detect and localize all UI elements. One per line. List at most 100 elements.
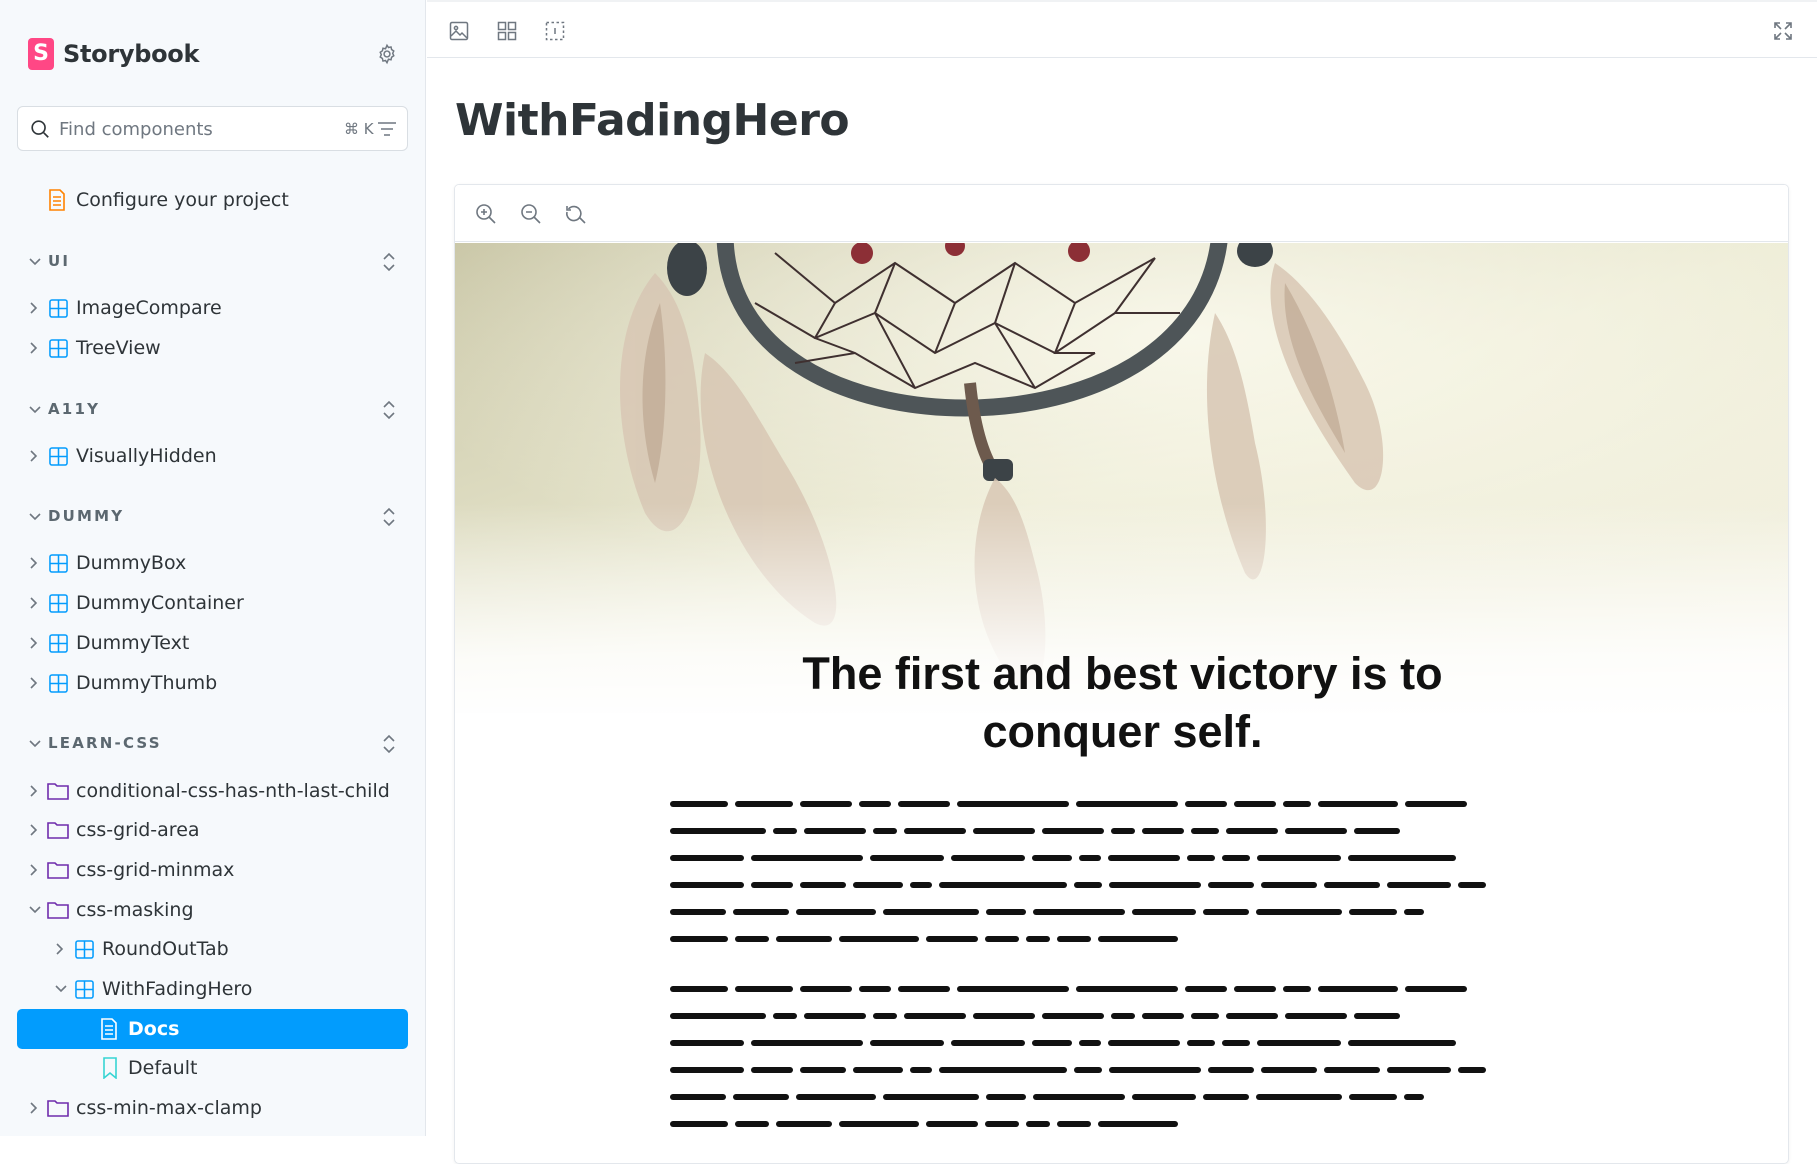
redacted-word bbox=[1354, 1013, 1400, 1019]
expand-collapse-icon[interactable] bbox=[378, 503, 400, 531]
group-a11y[interactable]: A11Y bbox=[0, 393, 426, 427]
redacted-word bbox=[751, 1067, 793, 1073]
redacted-word bbox=[1404, 909, 1424, 915]
redacted-word bbox=[859, 801, 891, 807]
sidebar-item-label: RoundOutTab bbox=[102, 938, 229, 960]
redacted-word bbox=[986, 909, 1026, 915]
sidebar-item-withfadinghero[interactable]: WithFadingHero bbox=[0, 970, 426, 1008]
redacted-word bbox=[939, 882, 1067, 888]
redacted-word bbox=[773, 828, 797, 834]
redacted-word bbox=[800, 882, 846, 888]
chevron-down-icon bbox=[28, 510, 42, 524]
expand-collapse-icon[interactable] bbox=[378, 248, 400, 276]
placeholder-paragraph-1 bbox=[670, 791, 1550, 953]
sidebar-item-css-min-max-clamp[interactable]: css-min-max-clamp bbox=[0, 1089, 426, 1127]
outline-icon[interactable] bbox=[541, 17, 569, 45]
redacted-word bbox=[1256, 1094, 1342, 1100]
redacted-word bbox=[1109, 1067, 1201, 1073]
sidebar-item-css-masking[interactable]: css-masking bbox=[0, 891, 426, 929]
expand-icon[interactable] bbox=[1769, 17, 1797, 45]
sidebar-item-docs[interactable]: Docs bbox=[17, 1009, 408, 1049]
expand-collapse-icon[interactable] bbox=[378, 730, 400, 758]
redacted-word bbox=[1042, 1013, 1104, 1019]
redacted-word bbox=[873, 1013, 897, 1019]
brand[interactable]: S Storybook bbox=[28, 37, 199, 71]
redacted-word bbox=[735, 936, 769, 942]
redacted-word bbox=[670, 882, 744, 888]
redacted-word bbox=[1261, 882, 1317, 888]
redacted-word bbox=[1076, 986, 1178, 992]
redacted-word bbox=[1042, 828, 1104, 834]
redacted-word bbox=[751, 855, 863, 861]
redacted-word bbox=[1348, 1040, 1456, 1046]
zoom-out-icon[interactable] bbox=[517, 200, 545, 228]
redacted-word bbox=[735, 986, 793, 992]
folder-icon bbox=[47, 1097, 69, 1119]
redacted-word bbox=[670, 801, 728, 807]
search-box[interactable]: ⌘ K bbox=[17, 106, 408, 151]
redacted-word bbox=[1324, 1067, 1380, 1073]
sidebar-item-dummycontainer[interactable]: DummyContainer bbox=[0, 584, 426, 622]
group-ui[interactable]: UI bbox=[0, 245, 426, 279]
sidebar-item-treeview[interactable]: TreeView bbox=[0, 329, 426, 367]
redacted-word bbox=[1458, 882, 1486, 888]
sidebar-item-dummybox[interactable]: DummyBox bbox=[0, 544, 426, 582]
redacted-word bbox=[1348, 855, 1456, 861]
sidebar-item-dummythumb[interactable]: DummyThumb bbox=[0, 664, 426, 702]
sidebar-item-css-grid-area[interactable]: css-grid-area bbox=[0, 811, 426, 849]
redacted-word bbox=[839, 1121, 919, 1127]
redacted-word bbox=[751, 882, 793, 888]
sidebar-item-conditional-css[interactable]: conditional-css-has-nth-last-child bbox=[0, 772, 426, 810]
redacted-word bbox=[1132, 909, 1196, 915]
redacted-word bbox=[1074, 1067, 1102, 1073]
grid-icon[interactable] bbox=[493, 17, 521, 45]
image-icon[interactable] bbox=[445, 17, 473, 45]
document-icon bbox=[46, 189, 68, 211]
redacted-word bbox=[1032, 1040, 1072, 1046]
chevron-right-icon bbox=[27, 863, 41, 877]
redacted-word bbox=[1234, 986, 1276, 992]
redacted-word bbox=[870, 855, 944, 861]
redacted-word bbox=[670, 1121, 728, 1127]
sidebar-item-configure[interactable]: Configure your project bbox=[0, 181, 426, 219]
redacted-word bbox=[1458, 1067, 1486, 1073]
redacted-word bbox=[796, 909, 876, 915]
settings-gear-icon[interactable] bbox=[373, 40, 401, 68]
redacted-word bbox=[1079, 855, 1101, 861]
redacted-word bbox=[910, 1067, 932, 1073]
sidebar-item-imagecompare[interactable]: ImageCompare bbox=[0, 289, 426, 327]
redacted-text-line bbox=[670, 1111, 1550, 1138]
expand-collapse-icon[interactable] bbox=[378, 396, 400, 424]
redacted-word bbox=[1203, 909, 1249, 915]
redacted-word bbox=[904, 1013, 966, 1019]
sidebar-item-roundouttab[interactable]: RoundOutTab bbox=[0, 930, 426, 968]
zoom-reset-icon[interactable] bbox=[562, 200, 590, 228]
sidebar-item-default[interactable]: Default bbox=[0, 1049, 426, 1087]
redacted-word bbox=[957, 801, 1069, 807]
redacted-word bbox=[1191, 1013, 1219, 1019]
search-input[interactable] bbox=[59, 115, 289, 143]
group-dummy[interactable]: DUMMY bbox=[0, 500, 426, 534]
redacted-word bbox=[1387, 1067, 1451, 1073]
redacted-word bbox=[1405, 986, 1467, 992]
redacted-word bbox=[1234, 801, 1276, 807]
redacted-word bbox=[1226, 1013, 1278, 1019]
group-learn-css[interactable]: LEARN-CSS bbox=[0, 727, 426, 761]
sidebar-item-label: VisuallyHidden bbox=[76, 445, 217, 467]
sidebar-item-dummytext[interactable]: DummyText bbox=[0, 624, 426, 662]
main-panel: WithFadingHero The first and best victor… bbox=[427, 0, 1817, 1164]
redacted-word bbox=[670, 1040, 744, 1046]
sidebar-item-css-grid-minmax[interactable]: css-grid-minmax bbox=[0, 851, 426, 889]
redacted-word bbox=[1405, 801, 1467, 807]
chevron-down-icon bbox=[28, 903, 42, 917]
redacted-word bbox=[1261, 1067, 1317, 1073]
redacted-word bbox=[839, 936, 919, 942]
zoom-in-icon[interactable] bbox=[472, 200, 500, 228]
sidebar-item-label: TreeView bbox=[76, 337, 161, 359]
folder-icon bbox=[47, 819, 69, 841]
redacted-word bbox=[1387, 882, 1451, 888]
redacted-word bbox=[939, 1067, 1067, 1073]
filter-icon[interactable] bbox=[374, 116, 400, 142]
sidebar-item-visuallyhidden[interactable]: VisuallyHidden bbox=[0, 437, 426, 475]
component-icon bbox=[73, 978, 95, 1000]
